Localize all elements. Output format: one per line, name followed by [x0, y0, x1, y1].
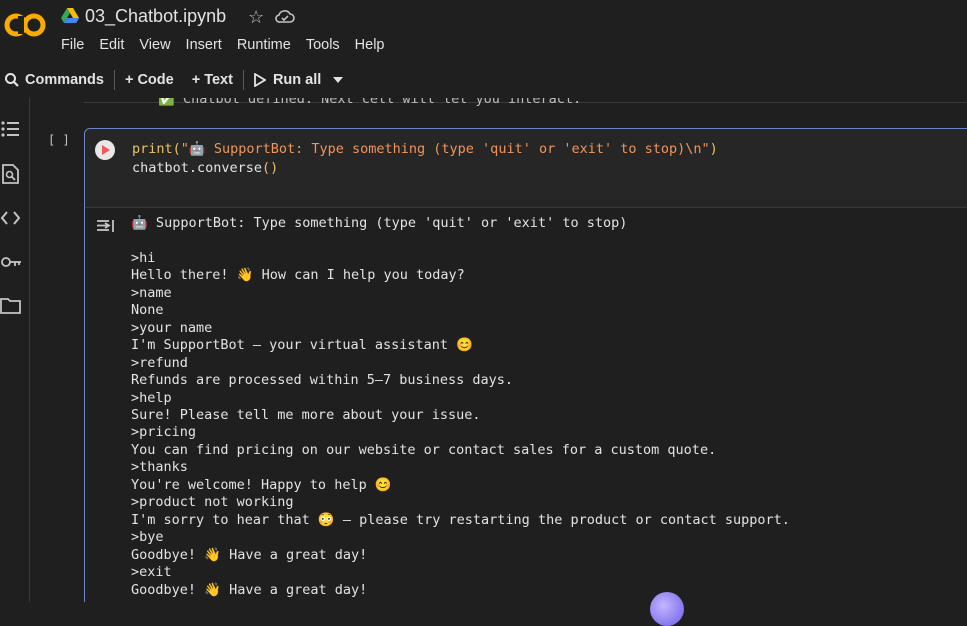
output-line: Goodbye! 👋 Have a great day!	[131, 581, 368, 598]
run-cell-button[interactable]	[95, 140, 115, 160]
output-line: >pricing	[131, 424, 197, 441]
notebook-area: ✅ Chatbot defined. Next cell will let yo…	[30, 98, 967, 602]
run-all-dropdown[interactable]	[333, 77, 344, 83]
commands-button[interactable]: Commands	[4, 72, 104, 88]
menu-edit[interactable]: Edit	[99, 37, 124, 53]
add-text-button[interactable]: + Text	[192, 72, 233, 88]
output-line: I'm SupportBot — your virtual assistant …	[131, 337, 473, 354]
output-line: >name	[131, 284, 172, 301]
menu-help[interactable]: Help	[355, 37, 385, 53]
find-replace-icon[interactable]	[0, 164, 22, 184]
left-sidebar	[0, 98, 30, 602]
colab-logo[interactable]	[4, 12, 46, 38]
output-line: >hi	[131, 249, 156, 266]
output-line: I'm sorry to hear that 😳 — please try re…	[131, 511, 790, 528]
menu-runtime[interactable]: Runtime	[237, 37, 291, 53]
output-line: Refunds are processed within 5–7 busines…	[131, 372, 514, 389]
output-line: >help	[131, 389, 172, 406]
output-line: Goodbye! 👋 Have a great day!	[131, 546, 368, 563]
code-editor[interactable]: print("🤖 SupportBot: Type something (typ…	[85, 129, 967, 208]
code-token: chatbot.converse	[132, 160, 263, 176]
output-line: 🤖 SupportBot: Type something (type 'quit…	[131, 215, 628, 231]
output-line: >bye	[131, 529, 164, 546]
code-token: )	[709, 141, 718, 157]
menu-tools[interactable]: Tools	[306, 37, 340, 53]
commands-label: Commands	[25, 72, 104, 88]
code-cell[interactable]: print("🤖 SupportBot: Type something (typ…	[84, 128, 967, 602]
output-line: >your name	[131, 319, 213, 336]
code-string-token: "🤖 SupportBot: Type something (type 'qui…	[180, 141, 710, 157]
code-snippets-icon[interactable]	[0, 208, 22, 228]
menu-bar: File Edit View Insert Runtime Tools Help	[61, 37, 400, 53]
output-line: You can find pricing on our website or c…	[131, 441, 717, 458]
output-line: >exit	[131, 564, 172, 581]
toolbar-divider	[242, 70, 244, 90]
chevron-down-icon	[333, 77, 344, 83]
add-code-button[interactable]: + Code	[125, 72, 174, 88]
output-line: >thanks	[131, 459, 188, 476]
add-code-label: + Code	[124, 72, 174, 88]
output-line: You're welcome! Happy to help 😊	[131, 476, 392, 493]
output-line: None	[131, 302, 164, 319]
run-all-button[interactable]: Run all	[254, 72, 321, 88]
menu-insert[interactable]: Insert	[186, 37, 222, 53]
add-text-label: + Text	[191, 72, 233, 88]
notebook-title[interactable]: 03_Chatbot.ipynb	[85, 6, 226, 27]
cloud-saved-icon[interactable]	[275, 8, 295, 24]
previous-output-text: ✅ Chatbot defined. Next cell will let yo…	[158, 98, 582, 107]
table-of-contents-icon[interactable]	[0, 119, 22, 139]
execution-count: [ ]	[48, 133, 70, 147]
menu-view[interactable]: View	[139, 37, 170, 53]
app-header: 03_Chatbot.ipynb ☆ File Edit View Insert…	[0, 0, 967, 64]
toolbar-divider	[113, 70, 115, 90]
gemini-orb-icon[interactable]	[650, 592, 684, 626]
code-token: print(	[132, 141, 181, 157]
code-token: ()	[262, 160, 279, 176]
code-line-2: chatbot.converse()	[132, 160, 278, 176]
notebook-toolbar: Commands + Code + Text Run all	[0, 64, 967, 96]
output-line: Hello there! 👋 How can I help you today?	[131, 267, 465, 284]
secrets-key-icon[interactable]	[0, 252, 22, 272]
cell-output: 🤖 SupportBot: Type something (type 'quit…	[131, 215, 790, 599]
menu-file[interactable]: File	[61, 37, 84, 53]
output-line: Sure! Please tell me more about your iss…	[131, 406, 481, 423]
star-icon[interactable]: ☆	[248, 7, 264, 28]
search-icon	[5, 73, 19, 87]
run-all-label: Run all	[272, 72, 322, 88]
play-icon	[254, 73, 266, 87]
output-line: >refund	[131, 354, 188, 371]
files-folder-icon[interactable]	[0, 296, 22, 316]
code-line-1: print("🤖 SupportBot: Type something (typ…	[132, 141, 718, 157]
output-actions-icon[interactable]	[95, 217, 117, 235]
google-drive-icon[interactable]	[61, 8, 79, 24]
output-line: >product not working	[131, 494, 294, 511]
